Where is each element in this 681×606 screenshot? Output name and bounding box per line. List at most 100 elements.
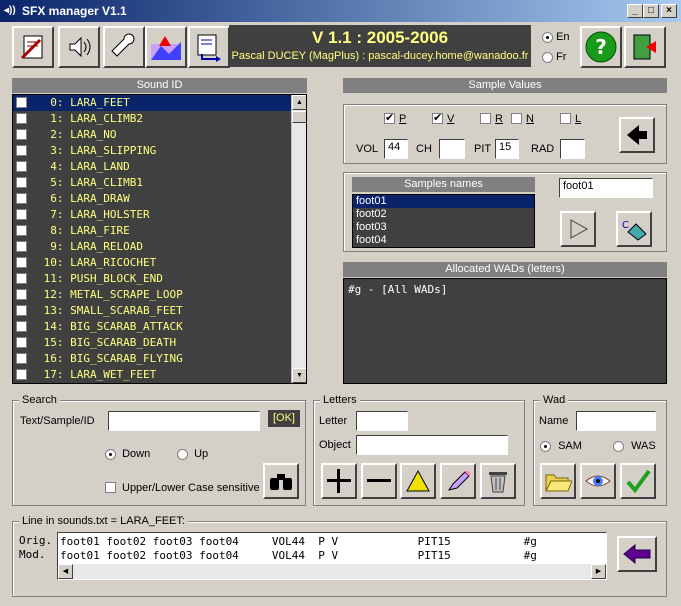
maximize-button[interactable]: □ [643, 4, 659, 18]
sound-list-item[interactable]: 17: LARA_WET_FEET [13, 367, 291, 383]
sound-item-checkbox[interactable] [16, 240, 27, 252]
sound-item-checkbox[interactable] [16, 272, 27, 284]
flag-r-checkbox[interactable] [480, 112, 491, 124]
sample-list-item[interactable]: foot04 [353, 234, 534, 247]
tools-button[interactable] [103, 26, 145, 68]
flag-n[interactable]: N [511, 112, 534, 125]
sound-list-item[interactable]: 4: LARA_LAND [13, 159, 291, 175]
sound-list-item[interactable]: 1: LARA_CLIMB2 [13, 111, 291, 127]
lang-en-option[interactable]: En [542, 31, 570, 43]
sound-list-item[interactable]: 14: BIG_SCARAB_ATTACK [13, 319, 291, 335]
flag-p-checkbox[interactable]: ✔ [384, 112, 395, 124]
sound-item-checkbox[interactable] [16, 144, 27, 156]
search-up-radio[interactable] [177, 448, 188, 460]
pit-input[interactable]: 15 [495, 139, 519, 159]
sound-list-item[interactable]: 15: BIG_SCARAB_DEATH [13, 335, 291, 351]
lang-en-radio[interactable] [542, 31, 553, 43]
sound-item-checkbox[interactable] [16, 288, 27, 300]
search-up-option[interactable]: Up [177, 448, 208, 460]
add-letter-button[interactable] [321, 463, 357, 499]
case-sensitive-checkbox[interactable] [105, 481, 116, 493]
clear-sample-button[interactable]: C [616, 211, 652, 247]
sound-item-checkbox[interactable] [16, 96, 27, 108]
lang-fr-radio[interactable] [542, 51, 553, 63]
flag-v[interactable]: ✔ V [432, 112, 454, 125]
sound-list-item[interactable]: 8: LARA_FIRE [13, 223, 291, 239]
remove-letter-button[interactable] [361, 463, 397, 499]
sound-item-checkbox[interactable] [16, 304, 27, 316]
sound-list-item[interactable]: 3: LARA_SLIPPING [13, 143, 291, 159]
sample-list-item[interactable]: foot03 [353, 221, 534, 234]
sound-item-checkbox[interactable] [16, 224, 27, 236]
scroll-left-button[interactable]: ◀ [58, 564, 73, 579]
object-input[interactable] [356, 435, 508, 455]
scroll-up-button[interactable]: ▲ [292, 95, 306, 110]
flag-v-checkbox[interactable]: ✔ [432, 112, 443, 124]
delete-letter-button[interactable] [480, 463, 516, 499]
wad-was-radio[interactable] [613, 440, 624, 452]
wad-name-input[interactable] [576, 411, 656, 431]
play-sample-button[interactable] [560, 211, 596, 247]
open-wad-button[interactable] [540, 463, 576, 499]
sound-item-checkbox[interactable] [16, 256, 27, 268]
sound-item-checkbox[interactable] [16, 208, 27, 220]
edit-letter-button[interactable] [440, 463, 476, 499]
view-wad-button[interactable] [580, 463, 616, 499]
wad-sam-radio[interactable] [540, 440, 551, 452]
sound-list-item[interactable]: 7: LARA_HOLSTER [13, 207, 291, 223]
search-down-option[interactable]: Down [105, 448, 150, 460]
scroll-right-button[interactable]: ▶ [591, 564, 606, 579]
search-ok-button[interactable]: [OK] [268, 410, 300, 427]
sound-item-checkbox[interactable] [16, 192, 27, 204]
samples-list[interactable]: foot01 foot02 foot03 foot04 [352, 194, 535, 248]
sound-item-checkbox[interactable] [16, 112, 27, 124]
sound-list-item[interactable]: 16: BIG_SCARAB_FLYING [13, 351, 291, 367]
sound-list-item[interactable]: 6: LARA_DRAW [13, 191, 291, 207]
validate-wad-button[interactable] [620, 463, 656, 499]
wad-was-option[interactable]: WAS [613, 440, 656, 452]
flag-r[interactable]: R [480, 112, 503, 125]
scroll-thumb[interactable] [292, 111, 306, 123]
sound-item-checkbox[interactable] [16, 336, 27, 348]
ch-input[interactable] [439, 139, 465, 159]
flag-l[interactable]: L [560, 112, 581, 125]
sound-button[interactable] [58, 26, 100, 68]
sound-list-item[interactable]: 12: METAL_SCRAPE_LOOP [13, 287, 291, 303]
find-button[interactable] [263, 463, 299, 499]
level-button[interactable] [145, 26, 187, 68]
help-button[interactable]: ? [580, 26, 622, 68]
sound-list-item[interactable]: 2: LARA_NO [13, 127, 291, 143]
search-input[interactable] [108, 411, 260, 431]
exit-button[interactable] [624, 26, 666, 68]
scroll-down-button[interactable]: ▼ [292, 368, 306, 383]
flag-p[interactable]: ✔ P [384, 112, 406, 125]
flag-n-checkbox[interactable] [511, 112, 522, 124]
sound-list-item[interactable]: 5: LARA_CLIMB1 [13, 175, 291, 191]
case-sensitive-option[interactable]: Upper/Lower Case sensitive [105, 481, 260, 494]
warning-button[interactable] [400, 463, 436, 499]
sound-list-item[interactable]: 13: SMALL_SCARAB_FEET [13, 303, 291, 319]
rad-input[interactable] [560, 139, 585, 159]
sound-list-item[interactable]: 9: LARA_RELOAD [13, 239, 291, 255]
line-hscrollbar[interactable]: ◀ ▶ [58, 564, 606, 579]
list-export-button[interactable] [188, 26, 230, 68]
sound-item-checkbox[interactable] [16, 320, 27, 332]
sample-name-input[interactable]: foot01 [559, 178, 653, 198]
sample-list-item[interactable]: foot01 [353, 195, 534, 208]
search-down-radio[interactable] [105, 448, 116, 460]
sound-list-item[interactable]: 11: PUSH_BLOCK_END [13, 271, 291, 287]
sound-item-checkbox[interactable] [16, 352, 27, 364]
lang-fr-option[interactable]: Fr [542, 51, 566, 63]
sound-list-scrollbar[interactable]: ▲ ▼ [291, 95, 306, 383]
sound-item-checkbox[interactable] [16, 368, 27, 380]
close-button[interactable]: × [661, 4, 677, 18]
vol-input[interactable]: 44 [384, 139, 408, 159]
sound-id-list[interactable]: 0: LARA_FEET 1: LARA_CLIMB2 2: LARA_NO 3… [12, 94, 307, 384]
line-text-box[interactable]: foot01 foot02 foot03 foot04 VOL44 P V PI… [57, 532, 607, 580]
edit-button[interactable] [12, 26, 54, 68]
sound-list-item[interactable]: 0: LARA_FEET [13, 95, 291, 111]
sample-list-item[interactable]: foot02 [353, 208, 534, 221]
sound-list-item[interactable]: 10: LARA_RICOCHET [13, 255, 291, 271]
sound-item-checkbox[interactable] [16, 128, 27, 140]
sound-item-checkbox[interactable] [16, 176, 27, 188]
